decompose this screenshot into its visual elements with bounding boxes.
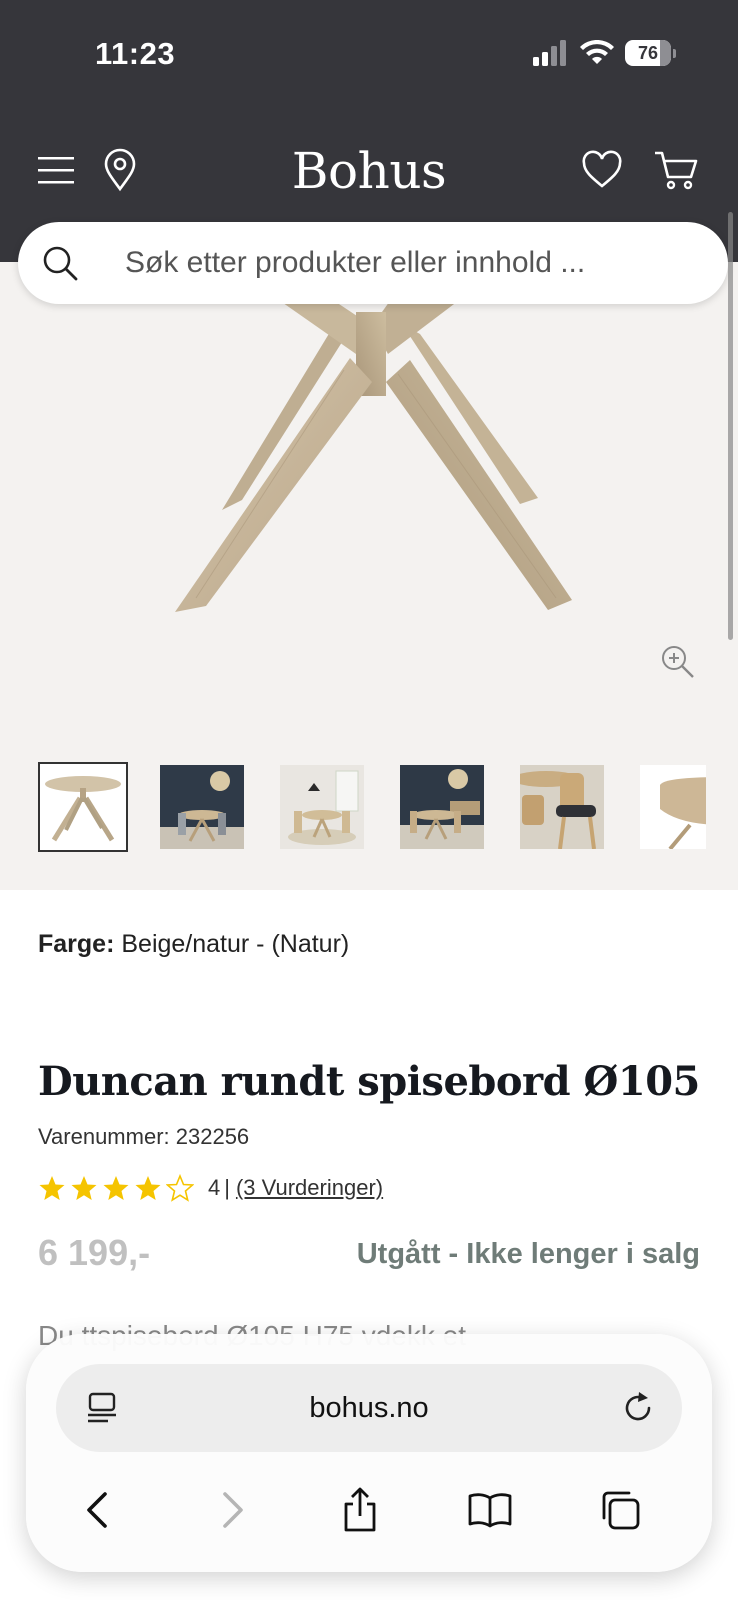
cart-button[interactable] bbox=[652, 146, 700, 194]
thumbnail-2[interactable] bbox=[160, 765, 244, 849]
site-logo[interactable]: Bohus bbox=[0, 142, 738, 200]
product-rating: 4 | (3 Vurderinger) bbox=[38, 1174, 383, 1202]
reviews-link[interactable]: (3 Vurderinger) bbox=[236, 1175, 383, 1201]
tabs-icon bbox=[602, 1491, 640, 1530]
search-bar[interactable] bbox=[18, 222, 728, 304]
wishlist-button[interactable] bbox=[578, 146, 626, 194]
thumbnail-image bbox=[160, 765, 244, 849]
availability-status: Utgått - Ikke lenger i salg bbox=[356, 1238, 700, 1270]
heart-icon bbox=[582, 150, 622, 188]
color-selector: Farge: Beige/natur - (Natur) bbox=[38, 930, 349, 959]
browser-toolbar: bohus.no bbox=[26, 1334, 712, 1572]
site-header: Bohus bbox=[0, 120, 738, 220]
product-sku: Varenummer: 232256 bbox=[38, 1124, 250, 1149]
status-icons: 76 bbox=[533, 40, 676, 66]
forward-button[interactable] bbox=[206, 1484, 258, 1536]
thumbnail-image bbox=[400, 765, 484, 849]
product-price: 6 199,- bbox=[38, 1232, 151, 1273]
wifi-icon bbox=[580, 40, 614, 64]
address-bar[interactable]: bohus.no bbox=[56, 1364, 682, 1452]
star-empty-icon bbox=[166, 1174, 194, 1202]
star-filled-icon bbox=[39, 1176, 65, 1200]
thumbnail-image bbox=[512, 765, 604, 850]
back-button[interactable] bbox=[72, 1484, 124, 1536]
thumbnail-3[interactable] bbox=[280, 765, 364, 849]
battery-percent: 76 bbox=[637, 42, 659, 63]
reload-icon[interactable] bbox=[618, 1388, 658, 1428]
page-scrollbar[interactable] bbox=[728, 212, 733, 640]
battery-icon: 76 bbox=[625, 40, 671, 66]
thumbnail-image bbox=[280, 765, 364, 849]
thumbnail-5[interactable] bbox=[512, 765, 604, 850]
tabs-button[interactable] bbox=[594, 1484, 646, 1536]
search-input[interactable] bbox=[125, 246, 685, 280]
thumbnail-6[interactable] bbox=[640, 765, 706, 851]
search-icon[interactable] bbox=[40, 243, 80, 283]
star-filled-icon bbox=[71, 1176, 97, 1200]
cart-icon bbox=[655, 151, 698, 190]
product-main-image[interactable] bbox=[0, 262, 738, 722]
cellular-signal-icon bbox=[533, 40, 566, 66]
rating-separator: | bbox=[224, 1175, 230, 1200]
star-filled-icon bbox=[135, 1176, 161, 1200]
rating-stars bbox=[38, 1174, 194, 1202]
product-title: Duncan rundt spisebord Ø105 bbox=[38, 1058, 700, 1105]
color-value: Beige/natur - (Natur) bbox=[121, 930, 350, 958]
forward-icon bbox=[223, 1492, 243, 1528]
rating-value: 4 bbox=[208, 1175, 221, 1200]
status-time: 11:23 bbox=[95, 36, 176, 71]
product-gallery bbox=[0, 262, 738, 890]
color-label: Farge: bbox=[38, 930, 115, 958]
thumbnail-strip bbox=[38, 762, 706, 854]
share-icon bbox=[344, 1487, 376, 1532]
share-button[interactable] bbox=[334, 1484, 386, 1536]
zoom-in-icon[interactable] bbox=[660, 644, 696, 680]
thumbnail-4[interactable] bbox=[400, 765, 484, 849]
star-filled-icon bbox=[103, 1176, 129, 1200]
back-icon bbox=[87, 1492, 107, 1528]
thumbnail-image bbox=[45, 776, 121, 842]
bookmarks-button[interactable] bbox=[464, 1484, 516, 1536]
url-text[interactable]: bohus.no bbox=[56, 1392, 682, 1425]
bookmarks-icon bbox=[468, 1493, 512, 1528]
thumbnail-image bbox=[640, 765, 706, 851]
battery-indicator: 76 bbox=[625, 40, 676, 66]
thumbnail-1[interactable] bbox=[38, 762, 128, 852]
